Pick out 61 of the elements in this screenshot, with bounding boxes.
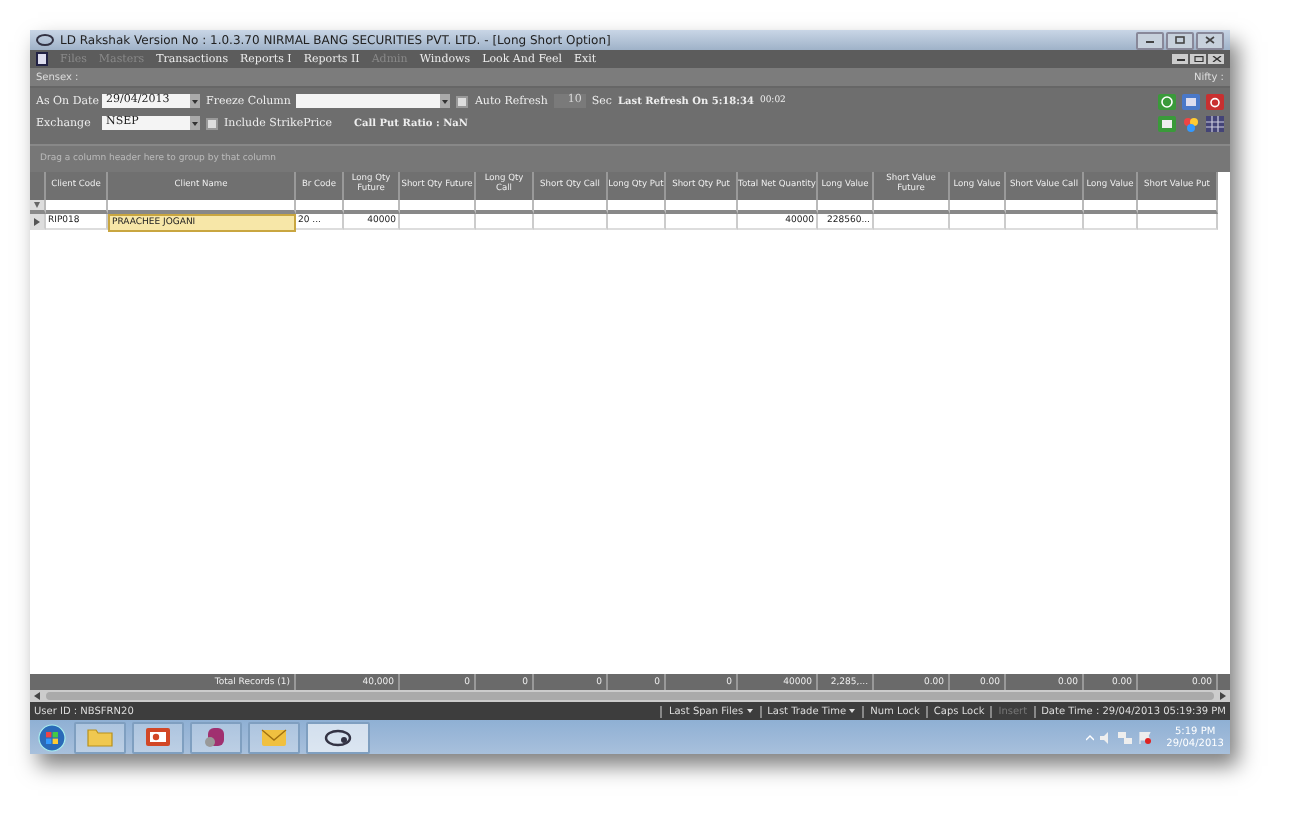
filter-cell[interactable]	[476, 200, 534, 214]
caret-icon	[192, 99, 198, 103]
document-icon	[36, 52, 48, 66]
filter-cell[interactable]	[46, 200, 108, 214]
export-icon[interactable]	[1182, 93, 1200, 109]
presentation-taskbar-icon[interactable]	[132, 721, 184, 753]
caret-icon	[442, 99, 449, 103]
filter-cell[interactable]	[1006, 200, 1084, 214]
database-taskbar-icon[interactable]	[190, 721, 242, 753]
dropdown-button[interactable]	[190, 94, 200, 108]
network-icon[interactable]	[1118, 731, 1133, 743]
maximize-icon	[1174, 36, 1186, 44]
filter-cell[interactable]	[950, 200, 1006, 214]
minimize-button[interactable]	[1136, 31, 1164, 49]
minimize-icon	[1175, 56, 1185, 62]
caret-icon	[745, 708, 754, 714]
auto-refresh-checkbox[interactable]	[456, 95, 469, 107]
maximize-button[interactable]	[1166, 31, 1194, 49]
minimize-button[interactable]	[1172, 54, 1188, 64]
filter-cell[interactable]	[608, 200, 666, 214]
filter-cell[interactable]	[666, 200, 738, 214]
start-button[interactable]	[36, 723, 68, 751]
row-pointer-icon	[34, 217, 40, 225]
dropdown-button[interactable]	[190, 116, 200, 130]
show-hidden-icons-icon[interactable]	[1086, 733, 1095, 741]
colors-icon[interactable]	[1182, 115, 1200, 131]
power-icon[interactable]	[1206, 93, 1224, 109]
filter-cell[interactable]	[344, 200, 400, 214]
include-strike-checkbox[interactable]	[206, 117, 218, 129]
restore-icon	[1193, 56, 1203, 62]
caret-icon	[192, 121, 198, 125]
close-icon	[1211, 56, 1221, 62]
row-selector[interactable]	[30, 214, 46, 230]
filter-cell[interactable]	[400, 200, 476, 214]
filter-cell[interactable]	[1138, 200, 1218, 214]
dropdown-button[interactable]	[440, 94, 451, 108]
filter-cell[interactable]	[818, 200, 874, 214]
app-taskbar-button[interactable]	[306, 721, 370, 753]
filter-cell[interactable]	[296, 200, 344, 214]
mail-taskbar-icon[interactable]	[248, 721, 300, 753]
grid-icon[interactable]	[1206, 115, 1224, 131]
app-logo-icon	[324, 727, 352, 747]
freeze-column-field[interactable]	[296, 94, 441, 108]
filter-cell[interactable]	[874, 200, 950, 214]
caret-icon	[848, 708, 857, 714]
minimize-icon	[1144, 36, 1156, 44]
screen-icon[interactable]	[1158, 115, 1176, 131]
filter-cell[interactable]	[108, 200, 296, 214]
filter-cell[interactable]	[534, 200, 608, 214]
app-logo-icon	[36, 34, 54, 46]
restore-button[interactable]	[1190, 54, 1206, 64]
refresh-icon[interactable]	[1158, 93, 1176, 109]
horizontal-scrollbar[interactable]	[30, 690, 1230, 702]
scrollbar-thumb[interactable]	[46, 692, 1214, 700]
close-button[interactable]	[1196, 31, 1224, 49]
close-icon	[1204, 36, 1216, 44]
filter-cell[interactable]	[1084, 200, 1138, 214]
close-button[interactable]	[1208, 54, 1224, 64]
flag-icon[interactable]	[1138, 731, 1153, 743]
speaker-icon[interactable]	[1100, 731, 1113, 743]
filter-cell[interactable]	[738, 200, 818, 214]
